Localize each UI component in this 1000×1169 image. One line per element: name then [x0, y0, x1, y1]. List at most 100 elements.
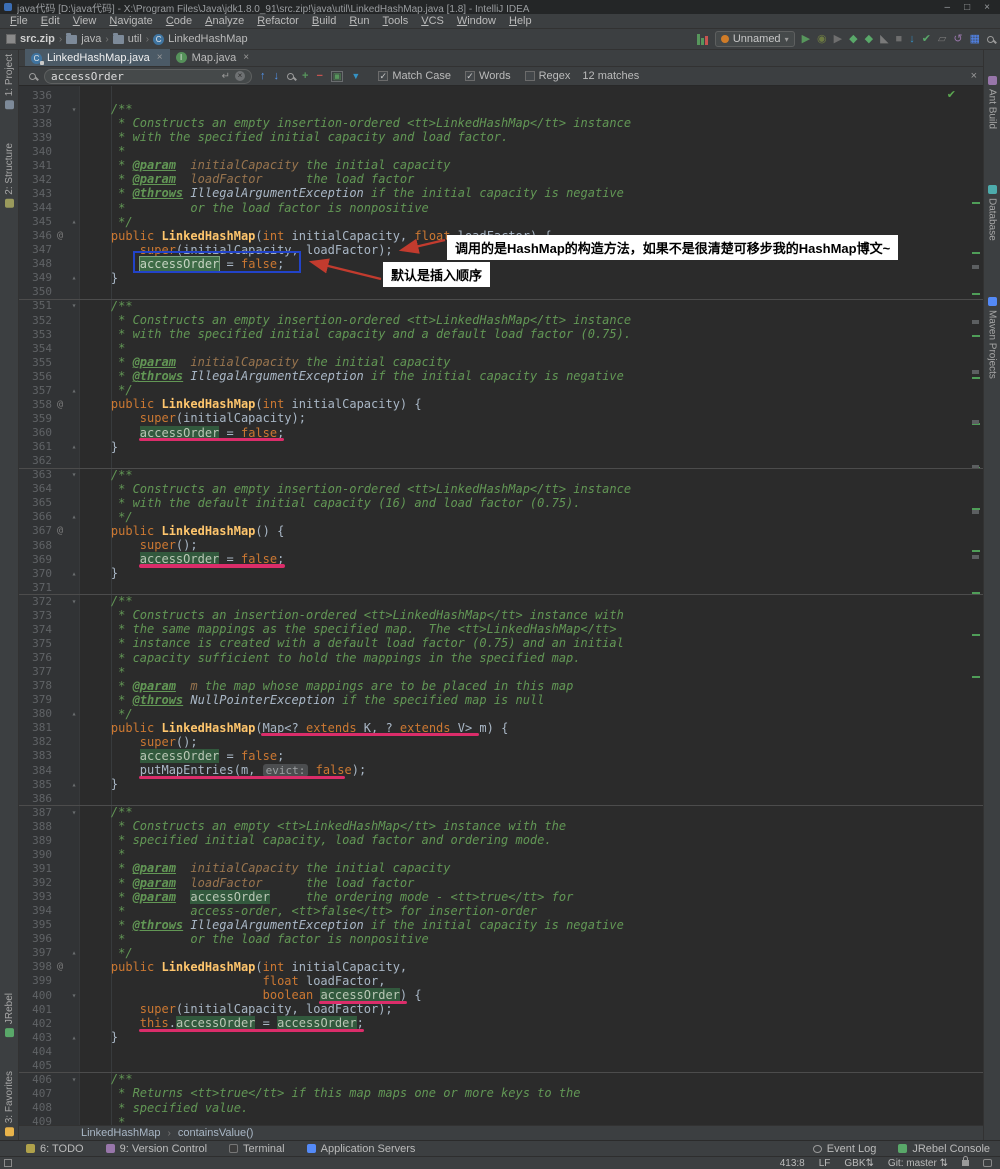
- fold-marker-icon[interactable]: ▴: [68, 780, 80, 789]
- line-number[interactable]: 379: [19, 693, 57, 706]
- code-line[interactable]: 357 ▴ */: [19, 383, 983, 397]
- line-number[interactable]: 357: [19, 384, 57, 397]
- code-line[interactable]: 373 * Constructs an insertion-ordered <t…: [19, 608, 983, 622]
- newline-icon[interactable]: ↵: [222, 71, 230, 82]
- line-number[interactable]: 343: [19, 187, 57, 200]
- code-line[interactable]: 382 super();: [19, 735, 983, 749]
- remove-occurrence-icon[interactable]: −: [316, 70, 322, 82]
- code-line[interactable]: 344 * or the load factor is nonpositive: [19, 201, 983, 215]
- checkbox-match-case[interactable]: ✓ Match Case: [378, 70, 451, 82]
- code-line[interactable]: 408 * specified value.: [19, 1101, 983, 1115]
- code-line[interactable]: 350: [19, 285, 983, 299]
- code-line[interactable]: 362: [19, 454, 983, 468]
- line-number[interactable]: 364: [19, 482, 57, 495]
- code-line[interactable]: 409 *: [19, 1115, 983, 1125]
- run-config-select[interactable]: Unnamed ▾: [714, 31, 795, 47]
- fold-marker-icon[interactable]: ▾: [68, 1075, 80, 1084]
- clear-search-icon[interactable]: ×: [235, 71, 245, 81]
- code-line[interactable]: 349 ▴ }: [19, 271, 983, 285]
- line-number[interactable]: 396: [19, 932, 57, 945]
- search-everywhere-icon[interactable]: [987, 35, 994, 43]
- code-line[interactable]: 347 super(initialCapacity, loadFactor);: [19, 243, 983, 257]
- code-line[interactable]: 338 * Constructs an empty insertion-orde…: [19, 116, 983, 130]
- line-number[interactable]: 373: [19, 609, 57, 622]
- tool-strip-item-database[interactable]: Database: [987, 185, 998, 241]
- code-line[interactable]: 351 ▾ /**: [19, 298, 983, 313]
- code-line[interactable]: 352 * Constructs an empty insertion-orde…: [19, 313, 983, 327]
- line-number[interactable]: 355: [19, 356, 57, 369]
- fold-marker-icon[interactable]: ▴: [68, 569, 80, 578]
- previous-match-button[interactable]: ↑: [260, 70, 266, 82]
- breadcrumb-item[interactable]: containsValue(): [178, 1127, 254, 1139]
- tab-close-icon[interactable]: ×: [157, 52, 163, 63]
- code-line[interactable]: 403 ▴ }: [19, 1030, 983, 1044]
- line-number[interactable]: 394: [19, 904, 57, 917]
- line-number[interactable]: 358: [19, 398, 57, 411]
- fold-marker-icon[interactable]: ▴: [68, 217, 80, 226]
- breadcrumb-item-util[interactable]: util: [112, 32, 142, 45]
- code-line[interactable]: 363 ▾ /**: [19, 467, 983, 482]
- fold-marker-icon[interactable]: ▴: [68, 1033, 80, 1042]
- tool-window-button-event-log[interactable]: Event Log: [812, 1143, 876, 1155]
- fold-marker-icon[interactable]: ▾: [68, 105, 80, 114]
- search-input[interactable]: accessOrder ↵ ×: [44, 68, 252, 84]
- code-line[interactable]: 354 *: [19, 341, 983, 355]
- fold-marker-icon[interactable]: ▴: [68, 512, 80, 521]
- code-line[interactable]: 397 ▴ */: [19, 946, 983, 960]
- menu-item-help[interactable]: Help: [503, 15, 538, 27]
- code-line[interactable]: 358 @ public LinkedHashMap(int initialCap…: [19, 397, 983, 411]
- line-number[interactable]: 374: [19, 623, 57, 636]
- tab-linkedhashmap-java[interactable]: C LinkedHashMap.java ×: [25, 49, 170, 66]
- tool-window-toggle-icon[interactable]: [4, 1159, 12, 1167]
- code-line[interactable]: 390 *: [19, 847, 983, 861]
- close-find-bar-icon[interactable]: ×: [971, 70, 977, 82]
- code-line[interactable]: 374 * the same mappings as the specified…: [19, 622, 983, 636]
- debug-icon[interactable]: ◉: [817, 32, 827, 46]
- line-number[interactable]: 370: [19, 567, 57, 580]
- line-number[interactable]: 378: [19, 679, 57, 692]
- code-line[interactable]: 375 * instance is created with a default…: [19, 636, 983, 650]
- tool-window-button-9-version-control[interactable]: 9: Version Control: [105, 1143, 207, 1155]
- line-number[interactable]: 367: [19, 524, 57, 537]
- code-line[interactable]: 370 ▴ }: [19, 566, 983, 580]
- fold-marker-icon[interactable]: ▴: [68, 709, 80, 718]
- code-line[interactable]: 404: [19, 1044, 983, 1058]
- hector-icon[interactable]: [983, 1159, 992, 1167]
- line-number[interactable]: 383: [19, 749, 57, 762]
- line-number[interactable]: 392: [19, 876, 57, 889]
- code-line[interactable]: 405: [19, 1058, 983, 1072]
- line-number[interactable]: 387: [19, 806, 57, 819]
- update-project-icon[interactable]: ↓: [909, 32, 915, 46]
- tool-strip-item-3-favorites[interactable]: 3: Favorites: [4, 1071, 15, 1136]
- readonly-lock-icon[interactable]: [962, 1156, 969, 1166]
- code-line[interactable]: 379 * @throws NullPointerException if th…: [19, 693, 983, 707]
- line-number[interactable]: 375: [19, 637, 57, 650]
- line-number[interactable]: 389: [19, 834, 57, 847]
- line-number[interactable]: 339: [19, 131, 57, 144]
- code-line[interactable]: 406 ▾ /**: [19, 1072, 983, 1087]
- line-number[interactable]: 345: [19, 215, 57, 228]
- line-number[interactable]: 352: [19, 314, 57, 327]
- line-number[interactable]: 338: [19, 117, 57, 130]
- code-line[interactable]: 345 ▴ */: [19, 215, 983, 229]
- line-number[interactable]: 350: [19, 285, 57, 298]
- filter-icon[interactable]: ▼: [351, 71, 360, 81]
- checkbox-regex[interactable]: Regex: [524, 70, 570, 82]
- line-number[interactable]: 376: [19, 651, 57, 664]
- line-number[interactable]: 395: [19, 918, 57, 931]
- line-number[interactable]: 381: [19, 721, 57, 734]
- line-number[interactable]: 365: [19, 496, 57, 509]
- line-number[interactable]: 353: [19, 328, 57, 341]
- rollback-icon[interactable]: ↺: [953, 32, 962, 46]
- code-line[interactable]: 369 accessOrder = false;: [19, 552, 983, 567]
- menu-item-navigate[interactable]: Navigate: [103, 15, 158, 27]
- code-line[interactable]: 365 * with the default initial capacity …: [19, 496, 983, 510]
- code-line[interactable]: 402 this.accessOrder = accessOrder;: [19, 1016, 983, 1031]
- line-number[interactable]: 390: [19, 848, 57, 861]
- menu-item-build[interactable]: Build: [306, 15, 342, 27]
- jrebel-debug-icon[interactable]: ◆: [865, 32, 873, 46]
- breadcrumb-item-java[interactable]: java: [66, 32, 101, 45]
- code-line[interactable]: 407 * Returns <tt>true</tt> if this map …: [19, 1086, 983, 1100]
- line-number[interactable]: 336: [19, 89, 57, 102]
- line-number[interactable]: 384: [19, 764, 57, 777]
